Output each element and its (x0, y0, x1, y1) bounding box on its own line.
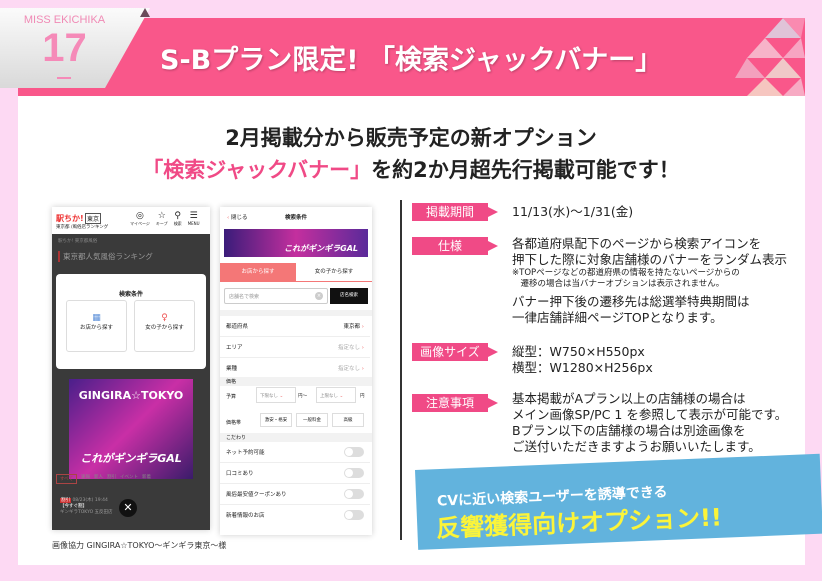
spec-text: 各都道府県配下のページから検索アイコンを 押下した際に対象店舗様のバナーをランダム… (512, 236, 788, 325)
area-badge: 東京 (85, 213, 102, 224)
lead-rest: を約2か月超先行掲載可能です！ (371, 158, 680, 182)
triangle-pattern (735, 18, 805, 96)
toggle-row[interactable]: 新着情報のお店 (220, 505, 370, 526)
area-row[interactable]: エリア 指定なし › (220, 337, 370, 358)
price-type-label: 価格帯 (226, 420, 242, 426)
price-type-button[interactable]: 一般料金 (296, 413, 328, 427)
page-title: S-Bプラン限定! 「検索ジャックバナー」 (160, 45, 663, 76)
toggle-switch[interactable] (344, 489, 364, 499)
menu-button[interactable]: ☰ MENU (188, 211, 200, 227)
tab-girl[interactable]: 女の子から探す (296, 263, 372, 282)
price-type-button[interactable]: 高級 (332, 413, 364, 427)
price-type-button[interactable]: 激安・格安 (260, 413, 292, 427)
phone-mockup-left: 駅ちか! 東京 東京都 /風俗店ランキング ◎ マイページ ☆ キープ ⚲ 検索 ☰ M… (52, 207, 210, 530)
budget-label: 予算 (226, 394, 237, 400)
filter[interactable]: イベント (120, 474, 138, 484)
page-heading: 東京都人気風俗ランキング (58, 251, 153, 262)
filter-all[interactable]: すべて (56, 474, 78, 484)
shop-search-input[interactable]: 店舗名で検索 × (224, 288, 328, 304)
site-logo: 駅ちか! (56, 214, 84, 223)
search-dialog: 検索条件 ▦ お店から探す ♀ 女の子から探す (56, 274, 206, 369)
jack-banner[interactable]: GINGIRA☆TOKYO これがギンギラGAL (69, 379, 193, 479)
toggle-switch[interactable] (344, 468, 364, 478)
tag-image-size: 画像サイズ (412, 343, 498, 361)
toggle-row[interactable]: 風俗最安値クーポンあり (220, 484, 370, 505)
toggle-row[interactable]: 口コミあり (220, 463, 370, 484)
phone-mockup-right: ‹ 閉じる 検索条件 これがギンギラGAL お店から探す 女の子から探す 店舗名… (220, 207, 372, 535)
tag-spec: 仕様 (412, 237, 498, 255)
filter[interactable]: 速報 (81, 474, 90, 484)
dialog-title: 検索条件 (118, 291, 143, 298)
page-number-underline (57, 77, 71, 79)
prefecture-row[interactable]: 都道府県 東京都 › (220, 316, 370, 337)
tag-period: 掲載期間 (412, 203, 498, 221)
search-button[interactable]: ⚲ 検索 (174, 211, 182, 227)
mypage-button[interactable]: ◎ マイページ (130, 211, 150, 227)
brand-label: MISS EKICHIKA (23, 14, 106, 26)
lead-highlight: 「検索ジャックバナー」 (142, 158, 372, 182)
lead-line-2: 「検索ジャックバナー」を約2か月超先行掲載可能です！ (0, 154, 822, 184)
site-subtitle: 東京都 /風俗店ランキング (56, 225, 109, 230)
category-row[interactable]: 業種 指定なし › (220, 358, 370, 379)
breadcrumb: 駅ちか! 東京都風俗 (58, 239, 98, 244)
period-text: 11/13(水)〜1/31(金) (512, 204, 634, 219)
filter[interactable]: 割引 (107, 474, 116, 484)
jack-banner-horizontal[interactable]: これがギンギラGAL (224, 229, 368, 257)
shop-icon: ▦ (92, 313, 101, 323)
girl-icon: ♀ (161, 313, 168, 323)
divider (400, 200, 402, 540)
shop-search-button[interactable]: 店名検索 (330, 288, 368, 304)
tab-shop[interactable]: お店から探す (220, 263, 296, 282)
toggle-row[interactable]: ネット予約可能 (220, 442, 370, 463)
budget-max-select[interactable]: 上限なし ⌄ (316, 387, 356, 403)
filter[interactable]: 新人 (94, 474, 103, 484)
page-number: 17 (42, 26, 87, 70)
toggle-switch[interactable] (344, 510, 364, 520)
notes-text: 基本掲載がAプラン以上の店舗様の場合は メイン画像SP/PC 1 を参照して表示が… (512, 391, 788, 454)
search-by-shop-button[interactable]: ▦ お店から探す (66, 300, 127, 352)
news-item[interactable]: 割引 08/23(木) 19:44 【今すぐ割】 ギンギラTOKYO 五反田店 (60, 497, 113, 515)
tag-notes: 注意事項 (412, 394, 498, 412)
image-credit: 画像協力 GINGIRA☆TOKYO〜ギンギラ東京〜様 (52, 541, 227, 550)
price-section: 価格 (220, 377, 372, 386)
toggle-switch[interactable] (344, 447, 364, 457)
search-by-girl-button[interactable]: ♀ 女の子から探す (134, 300, 195, 352)
keep-button[interactable]: ☆ キープ (156, 211, 168, 227)
kodawari-section: こだわり (220, 433, 372, 442)
lead-line-1: 2月掲載分から販売予定の新オプション (225, 126, 597, 150)
image-size-text: 縦型：W750×H550px 横型：W1280×H256px (512, 344, 653, 375)
filter[interactable]: 新着 (142, 474, 151, 484)
budget-min-select[interactable]: 下限なし ⌄ (256, 387, 296, 403)
close-icon[interactable]: ✕ (119, 499, 137, 517)
tab-corner (140, 8, 150, 17)
close-link[interactable]: ‹ 閉じる (227, 213, 247, 221)
clear-icon[interactable]: × (315, 292, 323, 300)
